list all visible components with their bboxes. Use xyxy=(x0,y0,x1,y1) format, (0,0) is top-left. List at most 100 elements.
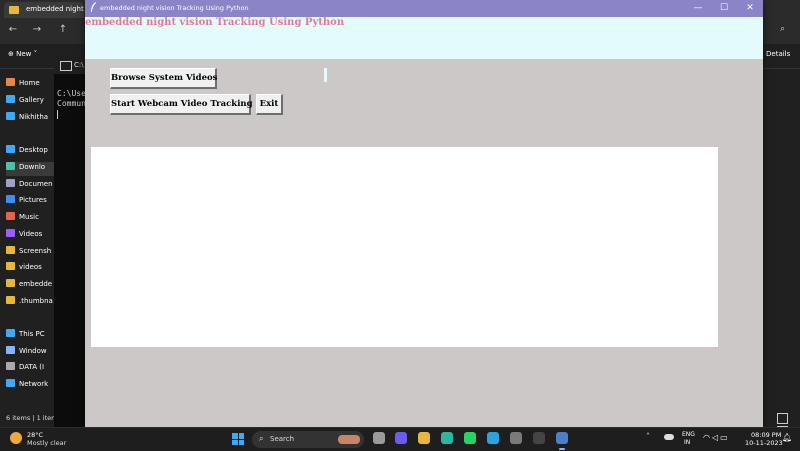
start-webcam-button[interactable]: Start Webcam Video Tracking xyxy=(110,94,253,115)
sidebar-item-label: DATA (I xyxy=(19,363,45,371)
browse-videos-button[interactable]: Browse System Videos xyxy=(110,68,217,89)
cmd-output-line: Commun xyxy=(57,99,86,108)
chevron-up-icon[interactable]: ˄ xyxy=(646,432,650,441)
sidebar-item[interactable]: Nikhitha xyxy=(6,112,56,126)
folder-icon xyxy=(6,78,15,86)
details-view-icon[interactable] xyxy=(777,413,788,424)
meet-icon[interactable] xyxy=(395,432,407,444)
sidebar-item-label: Desktop xyxy=(19,146,48,154)
sidebar-item-label: This PC xyxy=(19,330,45,338)
sidebar-item-label: Home xyxy=(19,79,40,87)
python-launcher-icon[interactable] xyxy=(510,432,522,444)
folder-icon xyxy=(6,145,15,153)
sidebar-item[interactable]: Downlo xyxy=(6,162,56,176)
sidebar-item[interactable]: Network xyxy=(6,379,56,393)
battery-icon[interactable]: ▭ xyxy=(720,433,730,442)
folder-icon xyxy=(6,95,15,103)
app-header: embedded night vision Tracking Using Pyt… xyxy=(85,17,763,59)
weather-temperature[interactable]: 28°C xyxy=(27,431,43,439)
folder-icon xyxy=(6,296,15,304)
sidebar-item-label: Music xyxy=(19,213,39,221)
sidebar-item[interactable]: Home xyxy=(6,78,56,92)
sidebar-item[interactable]: Desktop xyxy=(6,145,56,159)
sidebar-item[interactable]: Window xyxy=(6,346,56,360)
taskview-icon[interactable] xyxy=(373,432,385,444)
folder-icon xyxy=(6,212,15,220)
search-icon[interactable]: ⌕ xyxy=(780,24,785,34)
edge-icon[interactable] xyxy=(441,432,453,444)
volume-icon[interactable]: ◁ xyxy=(712,433,720,442)
tracking-app-window: embedded night vision Tracking Using Pyt… xyxy=(85,0,763,427)
folder-icon xyxy=(6,329,15,337)
details-button[interactable]: Details xyxy=(766,50,790,58)
folder-icon xyxy=(6,195,15,203)
up-arrow-icon[interactable]: ↑ xyxy=(56,23,70,37)
sidebar-item-label: Documen xyxy=(19,180,53,188)
cmd-titlebar: C:\ xyxy=(54,56,86,74)
telegram-icon[interactable] xyxy=(487,432,499,444)
onedrive-cloud-icon[interactable] xyxy=(664,434,674,440)
minimize-button[interactable]: — xyxy=(685,0,711,17)
exit-button[interactable]: Exit xyxy=(256,94,283,115)
sidebar-item-label: videos xyxy=(19,263,42,271)
sidebar-item[interactable]: Gallery xyxy=(6,95,56,109)
header-title: embedded night vision Tracking Using Pyt… xyxy=(85,17,345,28)
whatsapp-icon[interactable] xyxy=(464,432,476,444)
folder-icon xyxy=(6,162,15,170)
search-icon: ⌕ xyxy=(259,434,264,443)
python-app-icon[interactable] xyxy=(556,432,568,450)
cmd-tab-label: C:\ xyxy=(74,61,84,69)
sidebar-item-label: Gallery xyxy=(19,96,44,104)
status-label xyxy=(324,68,327,82)
system-tray-icons[interactable]: ◠◁▭ xyxy=(703,433,730,442)
sidebar-item[interactable]: Videos xyxy=(6,229,56,243)
language-indicator[interactable]: ENG xyxy=(682,431,695,438)
sidebar-item[interactable]: Music xyxy=(6,212,56,226)
folder-icon xyxy=(6,279,15,287)
sidebar-item[interactable]: videos xyxy=(6,262,56,276)
sidebar-item[interactable]: This PC xyxy=(6,329,56,343)
search-placeholder: Search xyxy=(270,435,295,443)
sidebar-item[interactable]: Screensh xyxy=(6,246,56,260)
sidebar-item[interactable]: Documen xyxy=(6,179,56,193)
back-arrow-icon[interactable]: ← xyxy=(6,23,20,37)
windows-start-icon[interactable] xyxy=(232,433,244,445)
sidebar-item[interactable]: Pictures xyxy=(6,195,56,209)
folder-icon xyxy=(6,246,15,254)
language-region[interactable]: IN xyxy=(684,439,690,446)
forward-arrow-icon[interactable]: → xyxy=(30,23,44,37)
file-explorer-icon[interactable] xyxy=(418,432,430,444)
cmd-cursor xyxy=(57,110,58,119)
taskbar-search[interactable]: ⌕ Search xyxy=(252,431,364,448)
folder-icon xyxy=(6,346,15,354)
sidebar-item-label: Network xyxy=(19,380,49,388)
clock-time[interactable]: 08:09 PM xyxy=(751,431,781,439)
explorer-tab-label: embedded night xyxy=(26,5,84,13)
folder-icon xyxy=(6,262,15,270)
notification-bell-icon[interactable]: 🔔︎ xyxy=(782,433,792,442)
wifi-icon[interactable]: ◠ xyxy=(703,433,712,442)
app-titlebar[interactable]: embedded night vision Tracking Using Pyt… xyxy=(85,0,763,17)
search-highlight-image xyxy=(338,435,360,444)
taskbar: 28°C Mostly clear ⌕ Search ˄ ENG IN ◠◁▭ … xyxy=(0,427,800,451)
close-button[interactable]: ✕ xyxy=(737,0,763,17)
maximize-button[interactable]: ☐ xyxy=(711,0,737,17)
video-display-panel xyxy=(91,147,718,347)
sidebar-item[interactable]: DATA (I xyxy=(6,362,56,376)
tk-feather-icon xyxy=(91,2,96,12)
sidebar-item-label: embedde xyxy=(19,280,53,288)
command-prompt-window: C:\ C:\Use Commun xyxy=(54,56,86,427)
weather-description[interactable]: Mostly clear xyxy=(27,439,66,447)
new-button-label: New xyxy=(16,50,32,58)
terminal-icon[interactable] xyxy=(533,432,545,444)
weather-moon-icon[interactable] xyxy=(10,432,22,444)
sidebar-item[interactable]: embedde xyxy=(6,279,56,293)
sidebar-item[interactable]: .thumbna xyxy=(6,296,56,310)
folder-icon xyxy=(6,362,15,370)
clock-date[interactable]: 10-11-2023 xyxy=(745,439,783,447)
folder-icon xyxy=(6,179,15,187)
terminal-icon xyxy=(60,61,72,71)
folder-icon xyxy=(9,6,19,14)
explorer-tab[interactable]: embedded night xyxy=(4,2,84,18)
new-button[interactable]: ⊕ New ˅ xyxy=(8,50,37,58)
